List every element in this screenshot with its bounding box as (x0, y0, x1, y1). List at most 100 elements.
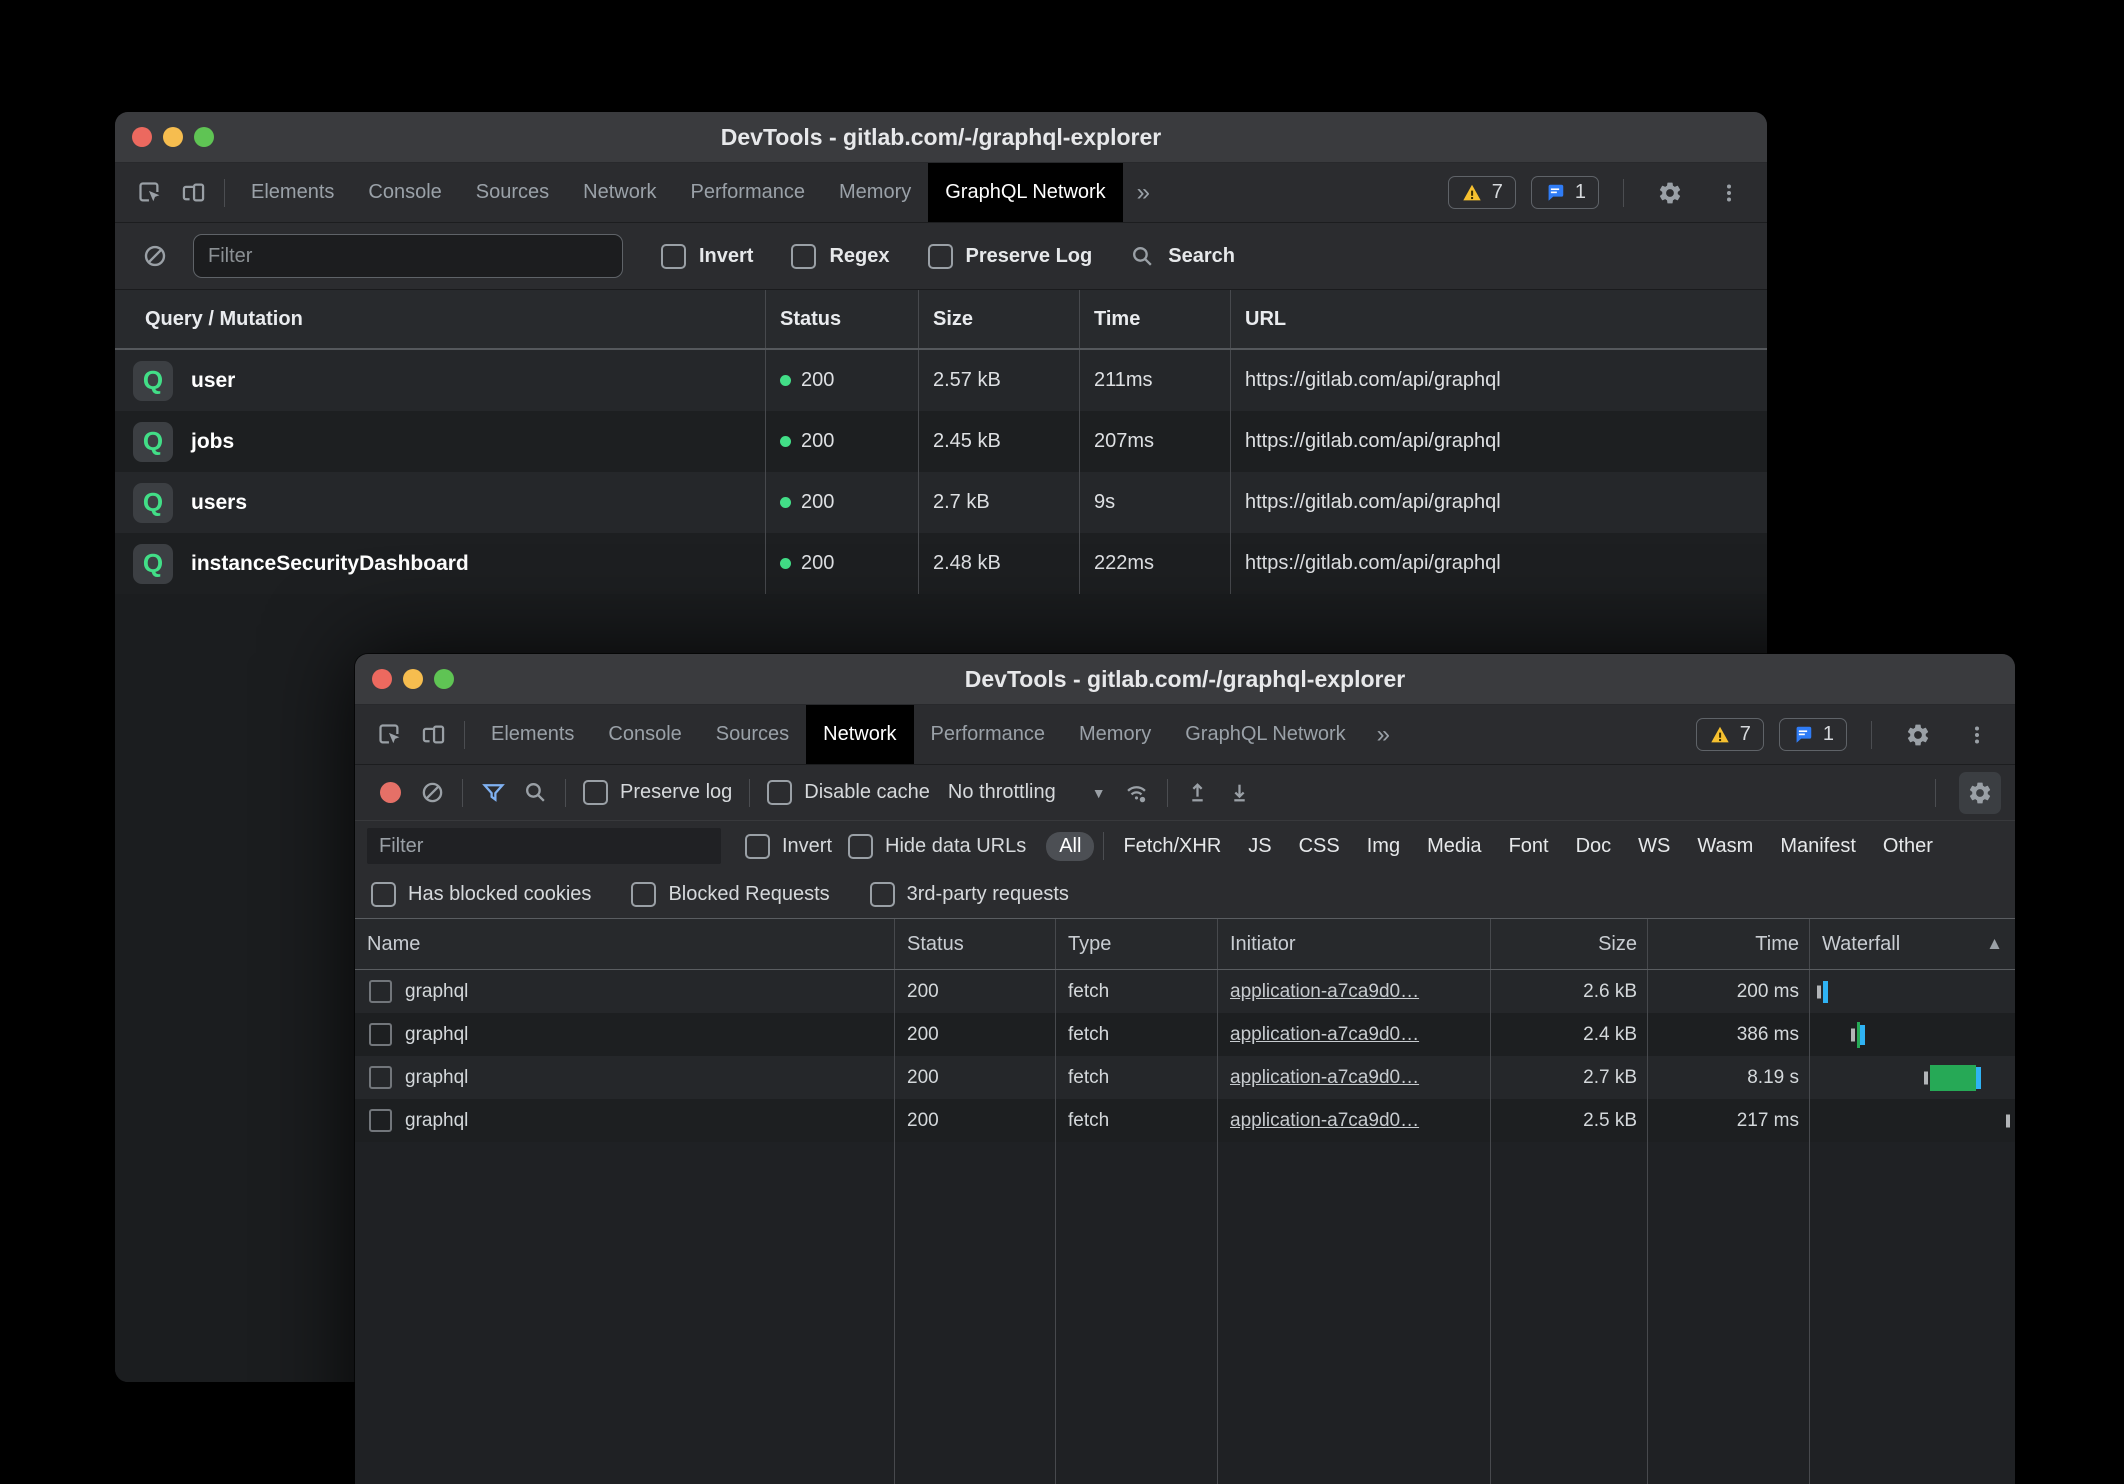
close-button[interactable] (372, 669, 392, 689)
kebab-menu-icon[interactable] (1955, 713, 1999, 757)
clear-icon[interactable] (411, 772, 453, 814)
hide-data-urls-checkbox[interactable] (848, 834, 873, 859)
preserve-log-checkbox-group[interactable]: Preserve Log (928, 244, 1093, 269)
table-row[interactable]: Q user 200 2.57 kB 211ms https://gitlab.… (115, 350, 1767, 411)
close-button[interactable] (132, 127, 152, 147)
filter-type-ws[interactable]: WS (1638, 835, 1670, 858)
warnings-badge[interactable]: 7 (1696, 718, 1764, 751)
network-conditions-icon[interactable] (1116, 772, 1158, 814)
more-tabs-chevron-icon[interactable]: » (1123, 179, 1164, 207)
column-header-size[interactable]: Size (1490, 919, 1647, 969)
row-checkbox[interactable] (369, 980, 392, 1003)
has-blocked-cookies-checkbox-group[interactable]: Has blocked cookies (371, 882, 591, 907)
hide-data-urls-checkbox-group[interactable]: Hide data URLs (848, 834, 1026, 859)
search-group[interactable]: Search (1130, 244, 1235, 269)
tab-sources[interactable]: Sources (459, 163, 566, 222)
export-har-icon[interactable] (1219, 772, 1261, 814)
column-header-url[interactable]: URL (1230, 290, 1767, 348)
filter-type-other[interactable]: Other (1883, 835, 1933, 858)
initiator-link[interactable]: application-a7ca9d0… (1230, 981, 1419, 1003)
issues-badge[interactable]: 1 (1531, 176, 1599, 209)
table-row[interactable]: Q jobs 200 2.45 kB 207ms https://gitlab.… (115, 411, 1767, 472)
disable-cache-checkbox-group[interactable]: Disable cache (767, 780, 930, 805)
regex-checkbox[interactable] (791, 244, 816, 269)
zoom-button[interactable] (194, 127, 214, 147)
tab-graphql-network[interactable]: GraphQL Network (928, 163, 1122, 222)
tab-console[interactable]: Console (591, 705, 698, 764)
settings-gear-icon[interactable] (1896, 713, 1940, 757)
column-header-initiator[interactable]: Initiator (1217, 919, 1490, 969)
network-settings-gear-icon[interactable] (1959, 772, 2001, 814)
initiator-link[interactable]: application-a7ca9d0… (1230, 1067, 1419, 1089)
issues-badge[interactable]: 1 (1779, 718, 1847, 751)
column-header-query-mutation[interactable]: Query / Mutation (115, 290, 765, 348)
has-blocked-cookies-checkbox[interactable] (371, 882, 396, 907)
column-header-size[interactable]: Size (918, 290, 1079, 348)
disable-cache-checkbox[interactable] (767, 780, 792, 805)
filter-type-wasm[interactable]: Wasm (1697, 835, 1753, 858)
minimize-button[interactable] (403, 669, 423, 689)
titlebar[interactable]: DevTools - gitlab.com/-/graphql-explorer (115, 112, 1767, 163)
initiator-link[interactable]: application-a7ca9d0… (1230, 1110, 1419, 1132)
network-filter-input[interactable] (367, 828, 721, 864)
titlebar[interactable]: DevTools - gitlab.com/-/graphql-explorer (355, 654, 2015, 705)
tab-performance[interactable]: Performance (674, 163, 823, 222)
filter-type-img[interactable]: Img (1367, 835, 1400, 858)
initiator-link[interactable]: application-a7ca9d0… (1230, 1024, 1419, 1046)
table-row[interactable]: Q users 200 2.7 kB 9s https://gitlab.com… (115, 472, 1767, 533)
request-row[interactable]: graphql 200 fetch application-a7ca9d0… 2… (355, 1056, 2015, 1099)
import-har-icon[interactable] (1177, 772, 1219, 814)
column-header-name[interactable]: Name (355, 919, 894, 969)
row-checkbox[interactable] (369, 1066, 392, 1089)
row-checkbox[interactable] (369, 1109, 392, 1132)
preserve-log-checkbox[interactable] (583, 780, 608, 805)
filter-type-media[interactable]: Media (1427, 835, 1481, 858)
warnings-badge[interactable]: 7 (1448, 176, 1516, 209)
record-button[interactable] (369, 772, 411, 814)
column-header-status[interactable]: Status (894, 919, 1055, 969)
request-row[interactable]: graphql 200 fetch application-a7ca9d0… 2… (355, 1013, 2015, 1056)
column-header-time[interactable]: Time (1079, 290, 1230, 348)
filter-type-all[interactable]: All (1046, 832, 1094, 861)
filter-type-doc[interactable]: Doc (1576, 835, 1612, 858)
filter-type-js[interactable]: JS (1248, 835, 1271, 858)
blocked-requests-checkbox[interactable] (631, 882, 656, 907)
column-header-type[interactable]: Type (1055, 919, 1217, 969)
filter-input[interactable] (193, 234, 623, 278)
preserve-log-checkbox[interactable] (928, 244, 953, 269)
zoom-button[interactable] (434, 669, 454, 689)
kebab-menu-icon[interactable] (1707, 171, 1751, 215)
regex-checkbox-group[interactable]: Regex (791, 244, 889, 269)
table-row[interactable]: Q instanceSecurityDashboard 200 2.48 kB … (115, 533, 1767, 594)
clear-icon[interactable] (133, 234, 177, 278)
device-toolbar-button[interactable] (171, 171, 215, 215)
filter-type-css[interactable]: CSS (1299, 835, 1340, 858)
column-header-time[interactable]: Time (1647, 919, 1809, 969)
tab-elements[interactable]: Elements (474, 705, 591, 764)
filter-type-manifest[interactable]: Manifest (1780, 835, 1856, 858)
tab-memory[interactable]: Memory (1062, 705, 1168, 764)
tab-sources[interactable]: Sources (699, 705, 806, 764)
invert-checkbox-group[interactable]: Invert (661, 244, 753, 269)
tab-elements[interactable]: Elements (234, 163, 351, 222)
tab-network[interactable]: Network (566, 163, 673, 222)
invert-checkbox[interactable] (661, 244, 686, 269)
device-toolbar-button[interactable] (411, 713, 455, 757)
inspect-element-button[interactable] (127, 171, 171, 215)
invert-checkbox[interactable] (745, 834, 770, 859)
filter-type-font[interactable]: Font (1509, 835, 1549, 858)
tab-graphql-network[interactable]: GraphQL Network (1168, 705, 1362, 764)
search-icon[interactable] (514, 772, 556, 814)
minimize-button[interactable] (163, 127, 183, 147)
settings-gear-icon[interactable] (1648, 171, 1692, 215)
request-row[interactable]: graphql 200 fetch application-a7ca9d0… 2… (355, 1099, 2015, 1142)
tab-performance[interactable]: Performance (914, 705, 1063, 764)
column-header-waterfall[interactable]: Waterfall ▲ (1809, 919, 2015, 969)
inspect-element-button[interactable] (367, 713, 411, 757)
filter-funnel-icon[interactable] (472, 772, 514, 814)
tab-memory[interactable]: Memory (822, 163, 928, 222)
third-party-requests-checkbox-group[interactable]: 3rd-party requests (870, 882, 1069, 907)
row-checkbox[interactable] (369, 1023, 392, 1046)
preserve-log-checkbox-group[interactable]: Preserve log (583, 780, 732, 805)
third-party-requests-checkbox[interactable] (870, 882, 895, 907)
